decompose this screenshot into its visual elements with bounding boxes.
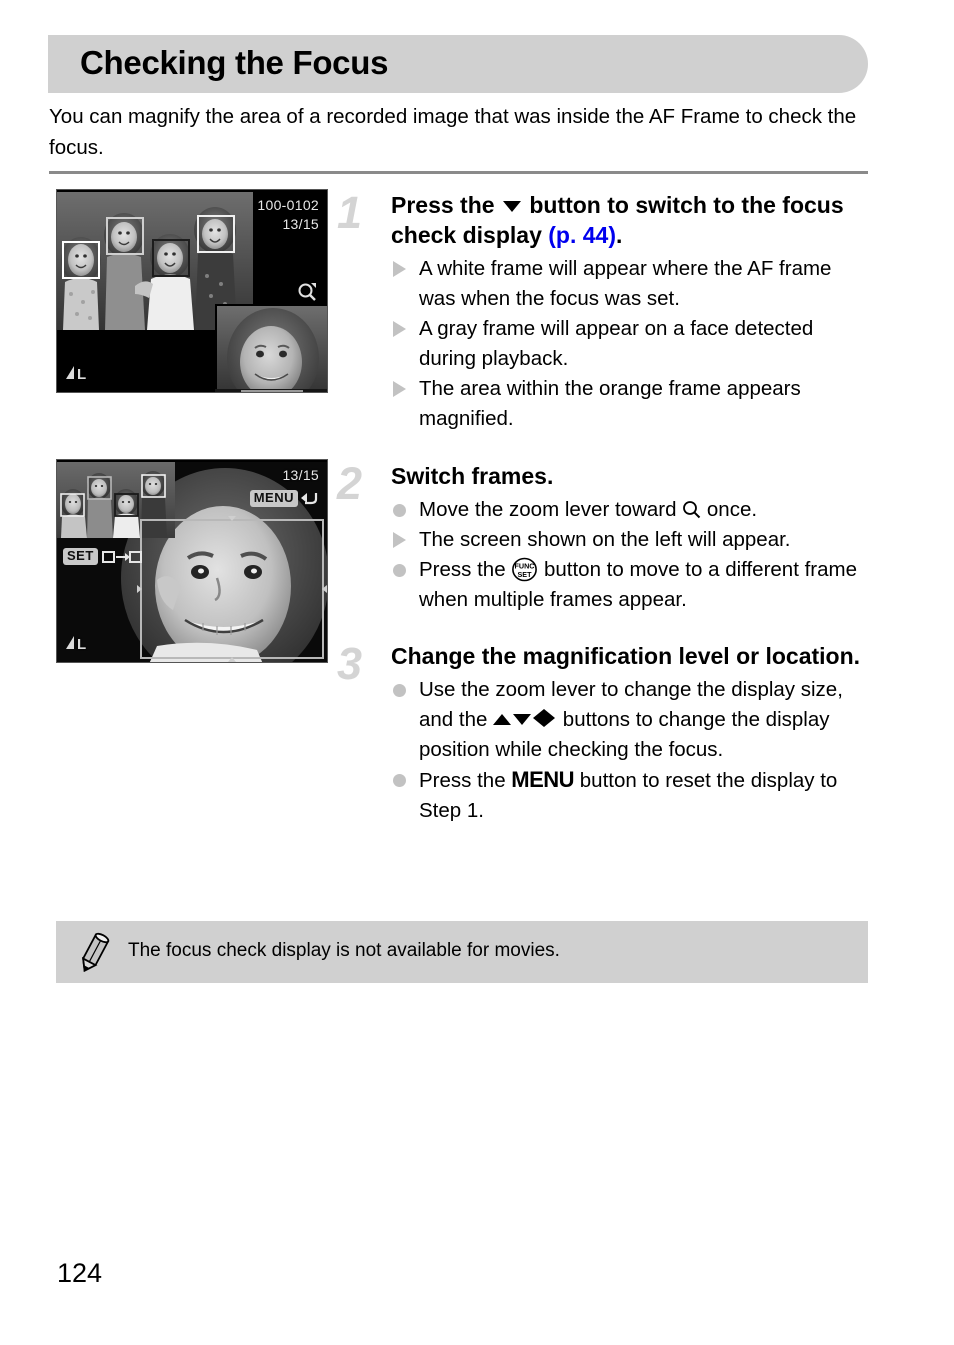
page-title: Checking the Focus [80, 44, 389, 81]
camera-screen-magnified-focus-check: 13/15 MENU SET L [56, 459, 328, 663]
bullet-text-before: Move the zoom lever toward [419, 498, 683, 521]
page-reference-link[interactable]: (p. 44) [548, 222, 616, 248]
magnifier-icon [683, 501, 701, 519]
horizontal-rule [49, 171, 868, 174]
bullet-text-before: Press the [419, 769, 512, 792]
intro-paragraph: You can magnify the area of a recorded i… [49, 105, 857, 159]
svg-text:L: L [77, 636, 86, 652]
return-arrow-icon [301, 492, 318, 504]
bullet-text: The screen shown on the left will appear… [419, 528, 791, 551]
step-2-number: 2 [337, 458, 363, 509]
step-2-bullet-list: Move the zoom lever toward once. The scr… [391, 495, 862, 615]
screen-2-frame-counter: 13/15 [282, 467, 319, 483]
note-text: The focus check display is not available… [128, 940, 560, 961]
dot-marker-icon [393, 504, 406, 517]
frame-switch-icon [101, 550, 142, 563]
menu-badge: MENU [249, 490, 298, 507]
triangle-marker-icon [393, 532, 406, 548]
step-3-number: 3 [337, 638, 363, 689]
triangle-marker-icon [393, 321, 406, 337]
list-item: The screen shown on the left will appear… [391, 525, 862, 555]
bullet-text: A white frame will appear where the AF f… [419, 257, 832, 310]
screen-2-set-hint: SET [63, 548, 142, 565]
dot-marker-icon [393, 684, 406, 697]
list-item: Press the MENU button to reset the displ… [391, 765, 862, 826]
step-1-heading: Press the button to switch to the focus … [391, 190, 862, 250]
bullet-text: The area within the orange frame appears… [419, 377, 801, 430]
svg-text:SET: SET [518, 570, 533, 579]
step-3-bullet-list: Use the zoom lever to change the display… [391, 675, 862, 826]
screen-2-menu-hint: MENU [249, 490, 319, 507]
menu-button-icon: MENU [511, 767, 575, 792]
bullet-text-before: Press the [419, 558, 512, 581]
screen-1-file-number: 100-0102 [257, 197, 319, 213]
direction-buttons-icon [493, 708, 557, 731]
list-item: A gray frame will appear on a face detec… [391, 314, 862, 374]
triangle-marker-icon [393, 261, 406, 277]
step-2-heading: Switch frames. [391, 463, 554, 489]
step-3-heading: Change the magnification level or locati… [391, 643, 861, 669]
svg-text:L: L [77, 366, 86, 382]
triangle-marker-icon [393, 381, 406, 397]
step-1-heading-part1: Press the [391, 192, 501, 218]
list-item: Use the zoom lever to change the display… [391, 675, 862, 765]
screen-1-frame-counter: 13/15 [282, 216, 319, 232]
page-number: 124 [57, 1258, 103, 1288]
list-item: A white frame will appear where the AF f… [391, 254, 862, 314]
magnifier-icon [297, 282, 317, 307]
step-1-bullet-list: A white frame will appear where the AF f… [391, 254, 862, 434]
func-set-button-icon: FUNCSET [512, 557, 538, 582]
down-arrow-button-icon [502, 201, 521, 212]
list-item: Move the zoom lever toward once. [391, 495, 862, 525]
dot-marker-icon [393, 774, 406, 787]
bullet-text-after: once. [701, 498, 758, 521]
set-badge: SET [63, 548, 98, 565]
pencil-icon [82, 932, 110, 973]
step-1: 1 Press the button to switch to the focu… [337, 190, 862, 434]
screen-1-quality-indicator: L [65, 364, 95, 386]
dot-marker-icon [393, 564, 406, 577]
step-1-number: 1 [337, 187, 363, 238]
note-box: The focus check display is not available… [56, 921, 868, 983]
bullet-text: A gray frame will appear on a face detec… [419, 317, 814, 370]
screen-2-quality-indicator: L [65, 634, 95, 656]
step-2: 2 Switch frames. Move the zoom lever tow… [337, 461, 862, 615]
list-item: Press the FUNC SET button to move to a di… [391, 555, 862, 615]
camera-screen-focus-check: 100-0102 13/15 L [56, 189, 328, 393]
list-item: The area within the orange frame appears… [391, 374, 862, 434]
step-1-heading-end: . [615, 222, 623, 248]
step-3: 3 Change the magnification level or loca… [337, 641, 862, 826]
